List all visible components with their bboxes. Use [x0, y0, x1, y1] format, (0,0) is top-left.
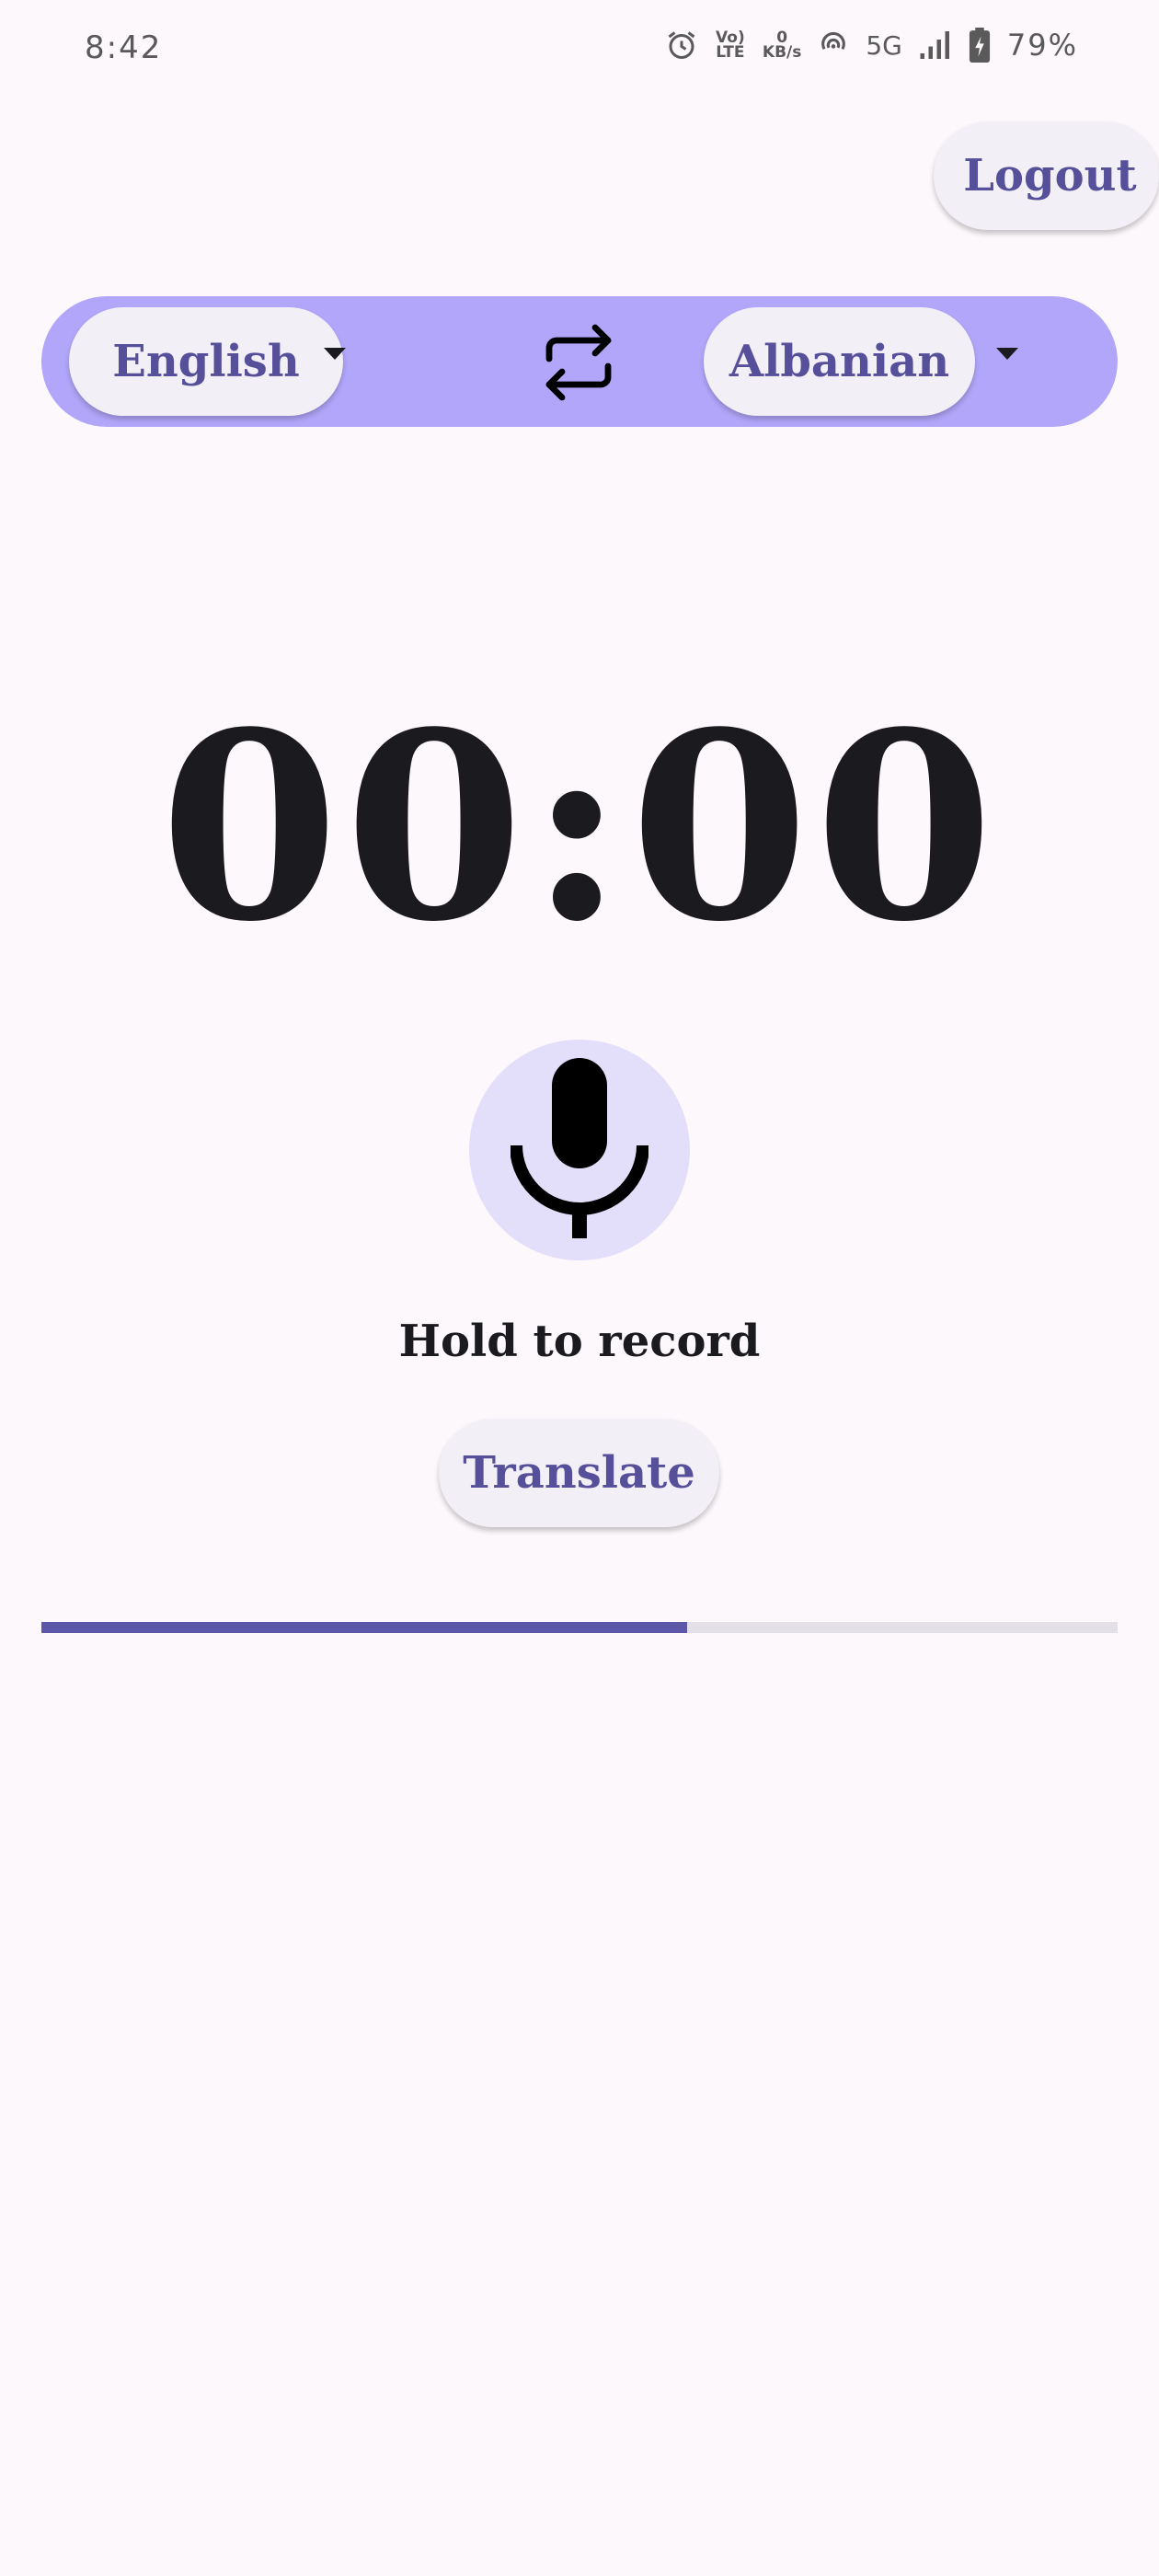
hotspot-icon: [821, 31, 846, 51]
progress-bar: [41, 1622, 1118, 1633]
progress-bar-fill: [41, 1622, 687, 1633]
target-language-button[interactable]: Albanian: [704, 307, 975, 416]
logout-button[interactable]: Logout: [934, 121, 1159, 230]
battery-charging-icon: [969, 28, 990, 63]
data-speed-unit: KB/s: [762, 43, 802, 62]
source-language-dropdown-icon[interactable]: [324, 348, 346, 360]
data-speed: 0 KB/s: [762, 30, 802, 62]
signal-icon: [920, 31, 949, 59]
volte-indicator: Vo) LTE: [716, 29, 745, 62]
hold-to-record-label: Hold to record: [398, 1316, 761, 1367]
microphone-icon: [511, 1058, 648, 1238]
target-language-dropdown-icon[interactable]: [996, 348, 1018, 360]
source-language-button[interactable]: English: [69, 307, 343, 416]
status-bar: 8:42 Vo) LTE 0 KB/s 5G 79%: [0, 0, 1159, 101]
swap-languages-icon[interactable]: [534, 318, 623, 407]
battery-percent: 79%: [1006, 28, 1078, 63]
recording-timer: 00:00: [159, 676, 1000, 979]
status-time: 8:42: [85, 29, 163, 66]
record-button[interactable]: [469, 1040, 690, 1260]
status-icons: Vo) LTE 0 KB/s 5G 79%: [665, 28, 1078, 63]
alarm-icon: [668, 31, 695, 59]
language-bar: English Albanian: [41, 296, 1118, 427]
network-type: 5G: [866, 29, 902, 61]
translate-button[interactable]: Translate: [439, 1419, 719, 1527]
